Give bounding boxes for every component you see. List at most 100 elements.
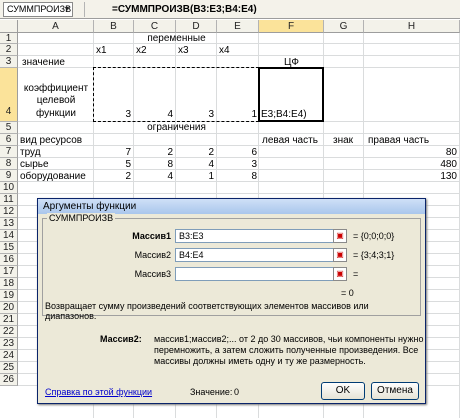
arg1-input[interactable]: B3:E3 [175, 229, 335, 243]
arg3-collapse-icon[interactable]: ▣ [333, 267, 347, 281]
row-header-26[interactable]: 26 [0, 374, 18, 386]
arg2-input[interactable]: B4:E4 [175, 248, 335, 262]
column-header-b[interactable]: B [94, 20, 134, 33]
value-result: 0 [234, 387, 240, 397]
cell-d2: x3 [178, 45, 189, 56]
arg-help-label: Массив2: [100, 334, 142, 344]
arg3-result: = [353, 269, 359, 279]
cell-d8: 4 [208, 159, 214, 170]
formula-input[interactable]: =СУММПРОИЗВ(B3:E3;B4:E4) [112, 4, 257, 15]
dialog-title[interactable]: Аргументы функции [38, 199, 425, 214]
cell-e8: 3 [251, 159, 257, 170]
cell-a9: оборудование [20, 171, 86, 182]
cancel-button[interactable]: Отмена [371, 382, 419, 400]
arg1-collapse-icon[interactable]: ▣ [333, 229, 347, 243]
cell-e2: x4 [219, 45, 230, 56]
row-header-4[interactable]: 4 [0, 68, 18, 122]
column-header-d[interactable]: D [176, 20, 217, 33]
cell-a3: значение [22, 57, 65, 68]
help-link[interactable]: Справка по этой функции [45, 387, 152, 397]
arg2-label: Массив2 [134, 250, 171, 260]
cell-b7: 7 [125, 147, 131, 158]
cell-h6: правая часть [368, 135, 430, 146]
cell-h7: 80 [445, 147, 457, 158]
cell-a8: сырье [20, 159, 49, 170]
row-header-20[interactable]: 20 [0, 302, 18, 314]
arg3-label: Массив3 [134, 269, 171, 279]
cell-h9: 130 [440, 171, 457, 182]
ok-button[interactable]: OK [321, 382, 365, 400]
row-header-9[interactable]: 9 [0, 170, 18, 182]
cell-d9: 1 [208, 171, 214, 182]
cell-f6: левая часть [262, 135, 318, 146]
row-header-10[interactable]: 10 [0, 182, 18, 194]
row-header-11[interactable]: 11 [0, 194, 18, 206]
cell-e7: 6 [251, 147, 257, 158]
cell-a4-line2: целевой [36, 95, 76, 106]
column-header-f[interactable]: F [259, 20, 324, 33]
formula-bar-separator [84, 2, 85, 17]
cell-e9: 8 [251, 171, 257, 182]
function-description: Возвращает сумму произведений соответств… [45, 301, 369, 321]
row-header-14[interactable]: 14 [0, 230, 18, 242]
arg-help-line-1: массив1;массив2;... от 2 до 30 массивов,… [154, 334, 424, 344]
cell-c7: 2 [167, 147, 173, 158]
arg-help-line-2: перемножить, а затем сложить полученные … [154, 345, 419, 355]
function-group-box: СУММПРОИЗВ Массив1 B3:E3 ▣ = {0;0;0;0} М… [42, 213, 421, 321]
value-label: Значение: [190, 387, 233, 397]
row-header-1[interactable]: 1 [0, 33, 18, 44]
column-header-c[interactable]: C [134, 20, 176, 33]
select-all-corner[interactable] [0, 20, 18, 33]
name-box-dropdown-icon[interactable]: ▼ [62, 3, 72, 16]
row-header-16[interactable]: 16 [0, 254, 18, 266]
row-header-23[interactable]: 23 [0, 338, 18, 350]
cell-b8: 5 [125, 159, 131, 170]
cell-h8: 480 [440, 159, 457, 170]
cell-b9: 2 [125, 171, 131, 182]
column-header-g[interactable]: G [324, 20, 364, 33]
row-header-8[interactable]: 8 [0, 158, 18, 170]
cell-b2: x1 [96, 45, 107, 56]
row-header-7[interactable]: 7 [0, 146, 18, 158]
arg2-result: = {3;4;3;1} [353, 250, 395, 260]
active-cell-f4[interactable] [258, 67, 324, 122]
cell-b1-header: переменные [147, 33, 206, 44]
range-marquee-b3-e4 [93, 67, 259, 122]
function-name: СУММПРОИЗВ [47, 213, 116, 223]
row-header-2[interactable]: 2 [0, 44, 18, 56]
cell-d7: 2 [208, 147, 214, 158]
cell-c8: 8 [167, 159, 173, 170]
row-header-21[interactable]: 21 [0, 314, 18, 326]
arg-help-line-3: массивы должны иметь одну и ту же размер… [154, 356, 366, 366]
function-arguments-dialog: Аргументы функции СУММПРОИЗВ Массив1 B3:… [37, 198, 426, 404]
row-header-25[interactable]: 25 [0, 362, 18, 374]
arg2-collapse-icon[interactable]: ▣ [333, 248, 347, 262]
gridline [18, 193, 460, 194]
excel-window: СУММПРОИЗВ ▼ =СУММПРОИЗВ(B3:E3;B4:E4) A … [0, 0, 460, 418]
row-header-5[interactable]: 5 [0, 122, 18, 134]
column-header-h[interactable]: H [364, 20, 460, 33]
cell-a4-line3: функции [36, 108, 76, 119]
column-header-e[interactable]: E [217, 20, 259, 33]
row-header-19[interactable]: 19 [0, 290, 18, 302]
formula-bar: СУММПРОИЗВ ▼ =СУММПРОИЗВ(B3:E3;B4:E4) [0, 0, 460, 19]
row-header-13[interactable]: 13 [0, 218, 18, 230]
cell-c9: 4 [167, 171, 173, 182]
row-header-18[interactable]: 18 [0, 278, 18, 290]
cell-g6: знак [333, 135, 354, 146]
cell-a7: труд [20, 147, 41, 158]
row-header-15[interactable]: 15 [0, 242, 18, 254]
row-header-6[interactable]: 6 [0, 134, 18, 146]
cell-c2: x2 [136, 45, 147, 56]
gridline [18, 55, 460, 56]
row-header-24[interactable]: 24 [0, 350, 18, 362]
row-header-22[interactable]: 22 [0, 326, 18, 338]
row-header-17[interactable]: 17 [0, 266, 18, 278]
arg3-input[interactable] [175, 267, 335, 281]
row-header-3[interactable]: 3 [0, 56, 18, 68]
arg1-result: = {0;0;0;0} [353, 231, 395, 241]
formula-result: = 0 [341, 288, 354, 298]
cell-a6: вид ресурсов [20, 135, 83, 146]
row-header-12[interactable]: 12 [0, 206, 18, 218]
column-header-a[interactable]: A [18, 20, 94, 33]
